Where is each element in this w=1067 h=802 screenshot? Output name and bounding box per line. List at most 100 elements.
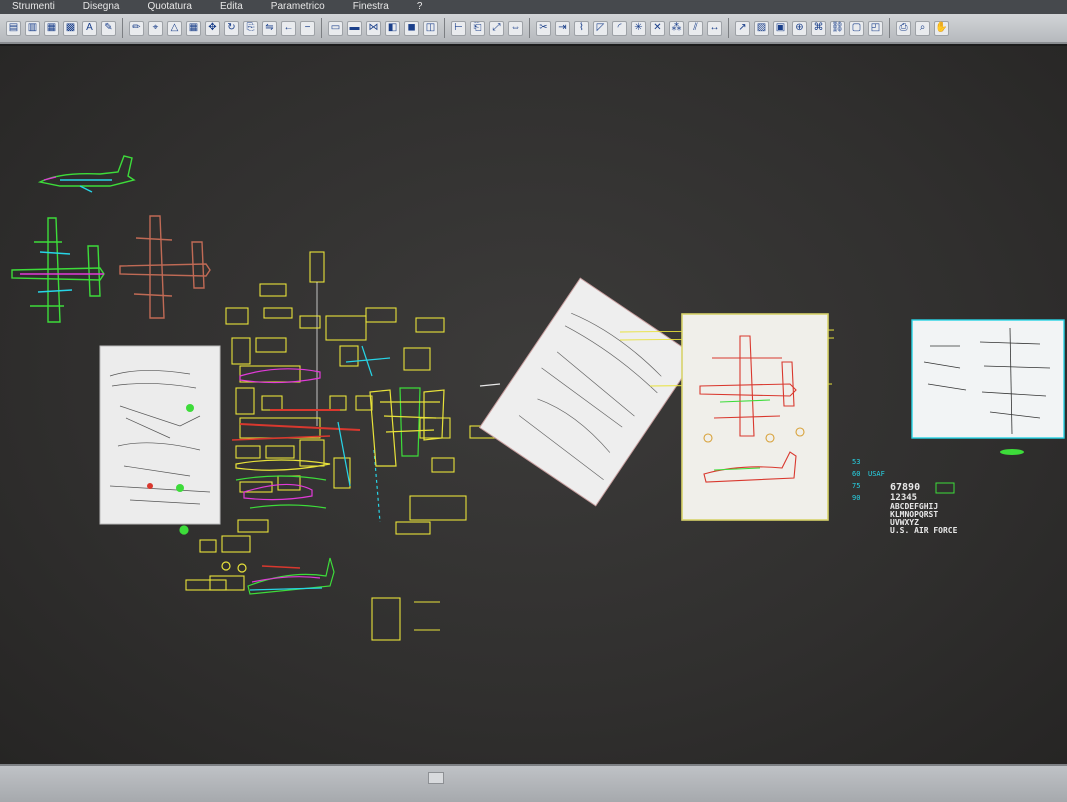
join-button[interactable]: ⋈ <box>366 20 381 36</box>
menu-item-parametrico[interactable]: Parametrico <box>257 0 339 14</box>
attribute-button[interactable]: ⌘ <box>811 20 826 36</box>
scale-button[interactable]: ⤢ <box>489 20 504 36</box>
offset-icon: ⫽ <box>693 22 698 33</box>
clipboard-icon: ⎗ <box>473 22 482 33</box>
fuselage-parts[interactable] <box>179 345 560 595</box>
rectangle-filled-button[interactable]: ▬ <box>347 20 362 36</box>
toolbar-separator <box>889 18 890 38</box>
array-button[interactable]: ⁂ <box>669 20 684 36</box>
clipboard-button[interactable]: ⎗ <box>470 20 485 36</box>
rotate-icon: ↻ <box>227 22 236 33</box>
layer-state-icon: ▥ <box>27 22 38 33</box>
trim-icon: ✂ <box>539 22 548 33</box>
explode-button[interactable]: ✳ <box>631 20 646 36</box>
pen-icon: ✏ <box>132 22 141 33</box>
air-force-text: U.S. AIR FORCE <box>890 526 958 535</box>
match-props-button[interactable]: ⌖ <box>148 20 163 36</box>
erase-button[interactable]: ✕ <box>650 20 665 36</box>
menu-item--[interactable]: ? <box>403 0 437 14</box>
toolbar-separator <box>529 18 530 38</box>
reference-sheet-right[interactable] <box>911 319 1065 439</box>
box-button[interactable]: ◫ <box>423 20 438 36</box>
minus-button[interactable]: − <box>300 20 315 36</box>
measure-icon: ⊢ <box>454 22 463 33</box>
stretch-button[interactable]: ⇔ <box>508 20 523 36</box>
block-button[interactable]: ▣ <box>773 20 788 36</box>
attribute-icon: ⌘ <box>813 22 824 33</box>
xref-button[interactable]: ⛓ <box>830 20 845 36</box>
dimension-icon: ↔ <box>709 22 720 33</box>
rectangle-button[interactable]: ▭ <box>328 20 343 36</box>
menu-item-edita[interactable]: Edita <box>206 0 257 14</box>
reference-sheet-center-right[interactable] <box>681 313 829 521</box>
menu-item-quotatura[interactable]: Quotatura <box>134 0 206 14</box>
copy-button[interactable]: ⎘ <box>243 20 258 36</box>
trim-button[interactable]: ✂ <box>536 20 551 36</box>
break-button[interactable]: ⌇ <box>574 20 589 36</box>
explode-icon: ✳ <box>634 22 643 33</box>
move-button[interactable]: ✥ <box>205 20 220 36</box>
arrow-left-button[interactable]: ← <box>281 20 296 36</box>
layers-button[interactable]: ▤ <box>6 20 21 36</box>
mirror-icon: ⇋ <box>265 22 274 33</box>
pan-button[interactable]: ✋ <box>934 20 949 36</box>
hatch-button[interactable]: ▨ <box>754 20 769 36</box>
aircraft-top-view-green[interactable] <box>11 217 105 323</box>
rotate-button[interactable]: ↻ <box>224 20 239 36</box>
menu-item-strumenti[interactable]: Strumenti <box>0 0 69 14</box>
table-button[interactable]: ▩ <box>63 20 78 36</box>
extend-button[interactable]: ⇥ <box>555 20 570 36</box>
dimension-button[interactable]: ↔ <box>707 20 722 36</box>
join-icon: ⋈ <box>368 22 379 33</box>
mirror-button[interactable]: ⇋ <box>262 20 277 36</box>
grid-button[interactable]: ▦ <box>186 20 201 36</box>
menu-item-disegna[interactable]: Disegna <box>69 0 134 14</box>
image-button[interactable]: ▢ <box>849 20 864 36</box>
extend-icon: ⇥ <box>558 22 567 33</box>
offset-button[interactable]: ⫽ <box>688 20 703 36</box>
cad-drawing: USAF 53 60 75 90 67890 12345 ABCDEFGHIJ … <box>11 155 1065 641</box>
zoom-button[interactable]: ⌕ <box>915 20 930 36</box>
aircraft-side-view-green[interactable] <box>37 155 136 193</box>
layer-state-button[interactable]: ▥ <box>25 20 40 36</box>
solid-icon: ◼ <box>407 22 416 33</box>
toolbar-separator <box>728 18 729 38</box>
aircraft-top-view-salmon[interactable] <box>119 215 211 319</box>
insert-button[interactable]: ⊕ <box>792 20 807 36</box>
paint-button[interactable]: ✎ <box>101 20 116 36</box>
parts-cluster-yellow[interactable] <box>185 251 497 641</box>
markings-block[interactable]: USAF 53 60 75 90 67890 12345 ABCDEFGHIJ … <box>852 458 958 535</box>
reference-sheet-rotated[interactable] <box>478 277 698 507</box>
pen-button[interactable]: ✏ <box>129 20 144 36</box>
fillet-button[interactable]: ◜ <box>612 20 627 36</box>
triangle-button[interactable]: △ <box>167 20 182 36</box>
toolbar-separator <box>444 18 445 38</box>
break-icon: ⌇ <box>579 22 584 33</box>
menu-bar: Strumenti Disegna Quotatura Edita Parametric… <box>0 0 1067 14</box>
menu-item-finestra[interactable]: Finestra <box>339 0 403 14</box>
toolbar: ▤ ▥ ▦ ▩ A ✎ ✏ ⌖ △ ▦ ✥ ↻ ⎘ ⇋ ← − ▭ ▬ ⋈ ◧ ◼ ◫ ⊢ ⎗ ⤢ ⇔ ✂ ⇥ ⌇ ◸ ◜ ✳ ✕ ⁂ ⫽ ↔ ↗ ▨ ▣ ⊕… <box>0 14 1067 44</box>
layout-icon: ◰ <box>870 22 881 33</box>
match-props-icon: ⌖ <box>152 22 159 33</box>
image-icon: ▢ <box>851 22 862 33</box>
solid-button[interactable]: ◼ <box>404 20 419 36</box>
layer-props-button[interactable]: ▦ <box>44 20 59 36</box>
hatch-icon: ▨ <box>756 22 767 33</box>
drawing-canvas[interactable]: USAF 53 60 75 90 67890 12345 ABCDEFGHIJ … <box>0 46 1067 764</box>
xref-icon: ⛓ <box>831 22 844 33</box>
move-icon: ✥ <box>208 22 217 33</box>
plot-button[interactable]: ⎙ <box>896 20 911 36</box>
array-icon: ⁂ <box>671 22 682 33</box>
text-button[interactable]: A <box>82 20 97 36</box>
chamfer-button[interactable]: ◸ <box>593 20 608 36</box>
tag-usaf: USAF <box>868 470 885 478</box>
region-button[interactable]: ◧ <box>385 20 400 36</box>
resize-grip[interactable] <box>428 772 444 784</box>
label-num1: 53 <box>852 458 860 466</box>
fillet-icon: ◜ <box>617 22 622 33</box>
reference-sheet-left[interactable] <box>99 345 221 525</box>
layout-button[interactable]: ◰ <box>868 20 883 36</box>
measure-button[interactable]: ⊢ <box>451 20 466 36</box>
leader-button[interactable]: ↗ <box>735 20 750 36</box>
region-icon: ◧ <box>387 22 398 33</box>
